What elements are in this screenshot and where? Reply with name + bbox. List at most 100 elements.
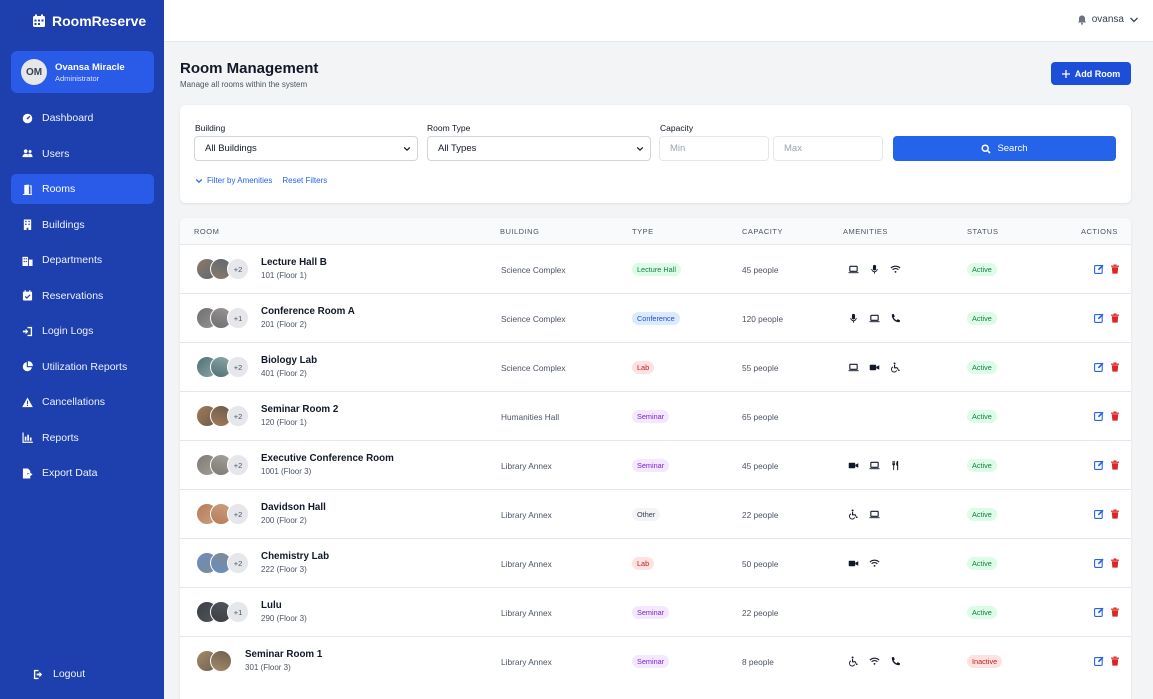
building-select[interactable]: All Buildings [194,136,418,161]
chevron-down-icon [636,146,644,152]
room-building: Science Complex [501,363,566,373]
chevron-down-icon [1130,17,1138,22]
reset-filters-link[interactable]: Reset Filters [282,176,327,185]
trash-icon[interactable] [1110,607,1120,617]
edit-icon[interactable] [1094,607,1104,617]
trash-icon[interactable] [1110,362,1120,372]
table-row[interactable]: +2 Lecture Hall B 101 (Floor 1) Science Com… [180,244,1131,293]
search-button[interactable]: Search [893,136,1116,161]
edit-icon[interactable] [1094,313,1104,323]
laptop-icon [848,363,859,372]
export-file-icon [22,467,33,479]
table-row[interactable]: +2 Executive Conference Room 1001 (Floor 3… [180,440,1131,489]
edit-icon[interactable] [1094,509,1104,519]
table-row[interactable]: +2 Biology Lab 401 (Floor 2) Science Comple… [180,342,1131,391]
table-row[interactable]: +2 Chemistry Lab 222 (Floor 3) Library Anne… [180,538,1131,587]
sidebar-item-reservations[interactable]: Reservations [11,281,154,311]
table-row[interactable]: Seminar Room 1 301 (Floor 3) Library Annex… [180,636,1131,685]
user-name: Ovansa Miracle [55,61,125,73]
table-row[interactable]: +1 Lulu 290 (Floor 3) Library Annex Seminar 2… [180,587,1131,636]
video-camera-icon [848,560,859,567]
microphone-icon [871,264,878,274]
bell-icon[interactable] [1077,15,1087,25]
row-actions [1094,313,1120,323]
laptop-icon [869,461,880,470]
sidebar-item-login-logs[interactable]: Login Logs [11,316,154,346]
rooms-table: ROOM BUILDING TYPE CAPACITY AMENITIES ST… [180,218,1131,699]
user-card[interactable]: OM Ovansa Miracle Administrator [11,51,154,93]
row-actions [1094,264,1120,274]
column-header-status: STATUS [967,227,999,236]
edit-icon[interactable] [1094,558,1104,568]
edit-icon[interactable] [1094,656,1104,666]
table-row[interactable]: +2 Davidson Hall 200 (Floor 2) Library Anne… [180,489,1131,538]
status-badge: Active [967,410,997,423]
table-row[interactable]: +1 Conference Room A 201 (Floor 2) Science … [180,293,1131,342]
sidebar-item-label: Buildings [42,218,85,231]
trash-icon[interactable] [1110,656,1120,666]
sign-in-icon [22,326,33,336]
room-type-badge: Other [632,508,661,521]
trash-icon[interactable] [1110,558,1120,568]
sidebar-item-export-data[interactable]: Export Data [11,458,154,488]
user-menu[interactable]: ovansa [1077,14,1139,25]
sidebar-item-label: Utilization Reports [42,360,128,373]
room-name: Seminar Room 1 [245,649,323,660]
trash-icon[interactable] [1110,509,1120,519]
room-capacity: 22 people [742,510,779,520]
phone-icon [891,656,901,666]
room-number-floor: 401 (Floor 2) [261,369,307,378]
search-icon [981,143,992,154]
room-type-filter-label: Room Type [427,123,471,133]
wifi-icon [869,657,880,665]
edit-icon[interactable] [1094,460,1104,470]
row-actions [1094,509,1120,519]
sidebar-item-users[interactable]: Users [11,139,154,169]
calendar-check-icon [22,290,33,301]
logout-button[interactable]: Logout [22,659,165,689]
row-actions [1094,558,1120,568]
capacity-min-input[interactable]: Min [659,136,769,161]
row-actions [1094,656,1120,666]
trash-icon[interactable] [1110,460,1120,470]
edit-icon[interactable] [1094,411,1104,421]
wheelchair-icon [849,509,858,520]
more-photos-count: +1 [227,601,249,623]
building-filter-label: Building [195,123,226,133]
edit-icon[interactable] [1094,362,1104,372]
user-role: Administrator [55,73,100,83]
filter-by-amenities-label: Filter by Amenities [207,176,273,185]
column-header-amenities: AMENITIES [843,227,888,236]
table-row[interactable]: +2 Seminar Room 2 120 (Floor 1) Humanities … [180,391,1131,440]
sidebar-item-departments[interactable]: Departments [11,245,154,275]
sidebar-item-dashboard[interactable]: Dashboard [11,103,154,133]
sidebar-item-reports[interactable]: Reports [11,423,154,453]
trash-icon[interactable] [1110,411,1120,421]
add-room-button[interactable]: Add Room [1051,62,1131,85]
trash-icon[interactable] [1110,313,1120,323]
row-actions [1094,411,1120,421]
filter-by-amenities-link[interactable]: Filter by Amenities [195,176,272,185]
capacity-max-input[interactable]: Max [773,136,883,161]
row-actions [1094,362,1120,372]
room-type-badge: Lab [632,557,655,570]
sidebar-item-utilization-reports[interactable]: Utilization Reports [11,352,154,382]
sidebar-item-rooms[interactable]: Rooms [11,174,154,204]
status-badge: Inactive [967,655,1003,668]
laptop-icon [869,314,880,323]
edit-icon[interactable] [1094,264,1104,274]
room-capacity: 45 people [742,461,779,471]
room-type-select[interactable]: All Types [427,136,651,161]
room-number-floor: 301 (Floor 3) [245,663,291,672]
sidebar-nav: Dashboard Users Rooms Buildings Departments R… [0,103,164,488]
room-type-badge: Seminar [632,410,670,423]
column-header-room: ROOM [194,227,220,236]
room-number-floor: 222 (Floor 3) [261,565,307,574]
more-photos-count: +1 [227,307,249,329]
brand[interactable]: RoomReserve [0,0,164,42]
sidebar-item-buildings[interactable]: Buildings [11,210,154,240]
topbar-username: ovansa [1091,14,1124,25]
table-header: ROOM BUILDING TYPE CAPACITY AMENITIES ST… [180,218,1131,244]
trash-icon[interactable] [1110,264,1120,274]
sidebar-item-cancellations[interactable]: Cancellations [11,387,154,417]
